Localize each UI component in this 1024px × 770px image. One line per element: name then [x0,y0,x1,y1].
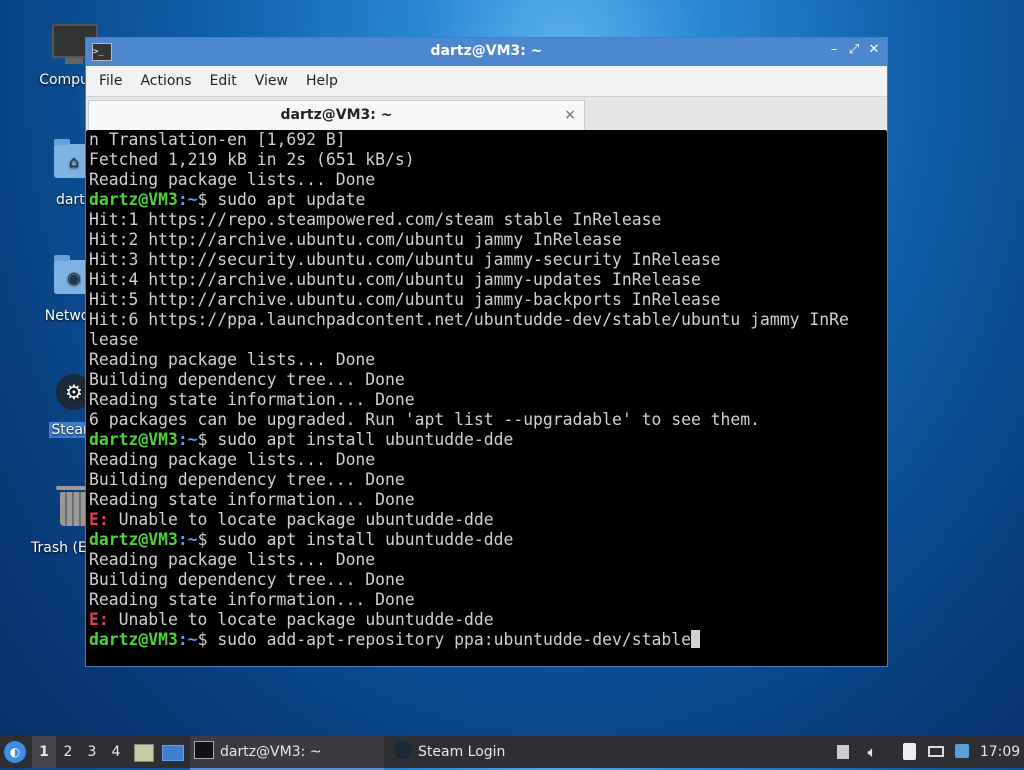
update-notifier-icon[interactable] [951,736,973,768]
terminal-line: n Translation-en [1,692 B] [89,130,346,149]
command-text: sudo apt install ubuntudde-dde [217,530,514,549]
clipboard-icon[interactable] [898,736,920,768]
steam-icon [394,741,412,759]
tab-bar: dartz@VM3: ~ × [86,97,887,131]
prompt-user: dartz@VM3 [89,530,178,549]
error-message: Unable to locate package ubuntudde-dde [108,610,494,629]
clock[interactable]: 17:09 [976,736,1024,768]
task-label: Steam Login [418,744,506,760]
show-desktop-icon[interactable] [162,736,184,768]
terminal-line: Fetched 1,219 kB in 2s (651 kB/s) [89,150,415,169]
prompt-path: :~ [177,630,198,649]
window-titlebar[interactable]: >_ dartz@VM3: ~ – ⤢ ✕ [86,38,887,66]
terminal-line: Reading state information... Done [89,390,415,409]
terminal-line: Reading package lists... Done [89,170,376,189]
menubar: File Actions Edit View Help [86,66,887,97]
terminal-line: Hit:1 https://repo.steampowered.com/stea… [89,210,662,229]
lubuntu-logo-icon: ◐ [4,741,26,763]
prompt-sign: $ [197,430,218,449]
terminal-line: Reading package lists... Done [89,550,376,569]
terminal-line: dartz@VM3:~$ sudo apt install ubuntudde-… [89,430,886,450]
terminal-output[interactable]: n Translation-en [1,692 B] Fetched 1,219 … [87,130,886,665]
terminal-line: Reading state information... Done [89,590,415,609]
prompt-user: dartz@VM3 [89,430,178,449]
terminal-line: Hit:3 http://security.ubuntu.com/ubuntu … [89,250,721,269]
prompt-path: :~ [177,530,198,549]
maximize-icon[interactable]: ⤢ [846,42,862,57]
task-label: dartz@VM3: ~ [220,744,322,760]
terminal-icon [194,741,214,759]
menu-file[interactable]: File [90,73,131,89]
taskbar: ◐ 1 2 3 4 dartz@VM3: ~ Steam Login 🔈︎ 17… [0,736,1024,770]
network-icon[interactable] [925,736,947,768]
task-terminal[interactable]: dartz@VM3: ~ [190,736,384,770]
menu-help[interactable]: Help [297,73,347,89]
window-title: dartz@VM3: ~ [430,43,543,59]
menu-actions[interactable]: Actions [131,73,200,89]
minimize-icon[interactable]: – [826,42,842,57]
prompt-sign: $ [197,190,218,209]
menu-view[interactable]: View [246,73,297,89]
terminal-line: 6 packages can be upgraded. Run 'apt lis… [89,410,761,429]
workspace-3[interactable]: 3 [80,736,104,768]
terminal-line: Building dependency tree... Done [89,370,405,389]
prompt-path: :~ [177,190,198,209]
command-text: sudo apt update [217,190,366,209]
workspace-1[interactable]: 1 [32,736,56,768]
prompt-path: :~ [177,430,198,449]
terminal-line: E: Unable to locate package ubuntudde-dd… [89,510,886,530]
tab-label: dartz@VM3: ~ [280,107,393,123]
error-prefix: E: [89,510,109,529]
prompt-sign: $ [197,630,218,649]
error-message: Unable to locate package ubuntudde-dde [108,510,494,529]
terminal-line: lease [89,330,139,349]
terminal-line: Hit:4 http://archive.ubuntu.com/ubuntu j… [89,270,701,289]
terminal-line: dartz@VM3:~$ sudo apt update [89,190,886,210]
terminal-window[interactable]: >_ dartz@VM3: ~ – ⤢ ✕ File Actions Edit … [85,37,888,667]
task-steam-login[interactable]: Steam Login [390,736,590,768]
terminal-line: Building dependency tree... Done [89,570,405,589]
terminal-line: Reading state information... Done [89,490,415,509]
terminal-line: Hit:2 http://archive.ubuntu.com/ubuntu j… [89,230,622,249]
start-menu-button[interactable]: ◐ [4,736,30,768]
terminal-line: dartz@VM3:~$ sudo add-apt-repository ppa… [89,630,886,650]
notification-icon[interactable] [832,736,854,768]
tab-close-icon[interactable]: × [564,101,576,129]
workspace-2[interactable]: 2 [56,736,80,768]
terminal-line: Reading package lists... Done [89,450,376,469]
prompt-sign: $ [197,530,218,549]
terminal-line: dartz@VM3:~$ sudo apt install ubuntudde-… [89,530,886,550]
prompt-user: dartz@VM3 [89,190,178,209]
text-cursor [690,630,700,648]
prompt-user: dartz@VM3 [89,630,178,649]
close-icon[interactable]: ✕ [866,42,882,57]
terminal-line: E: Unable to locate package ubuntudde-dd… [89,610,886,630]
error-prefix: E: [89,610,109,629]
terminal-line: Building dependency tree... Done [89,470,405,489]
volume-icon[interactable]: 🔈︎ [861,736,883,768]
menu-edit[interactable]: Edit [201,73,246,89]
current-command-input[interactable]: sudo add-apt-repository ppa:ubuntudde-de… [217,630,691,649]
command-text: sudo apt install ubuntudde-dde [217,430,514,449]
tab-terminal[interactable]: dartz@VM3: ~ × [88,100,585,130]
terminal-line: Hit:5 http://archive.ubuntu.com/ubuntu j… [89,290,721,309]
workspace-4[interactable]: 4 [104,736,128,768]
terminal-line: Reading package lists... Done [89,350,376,369]
file-manager-icon[interactable] [134,736,154,768]
terminal-line: Hit:6 https://ppa.launchpadcontent.net/u… [89,310,849,329]
